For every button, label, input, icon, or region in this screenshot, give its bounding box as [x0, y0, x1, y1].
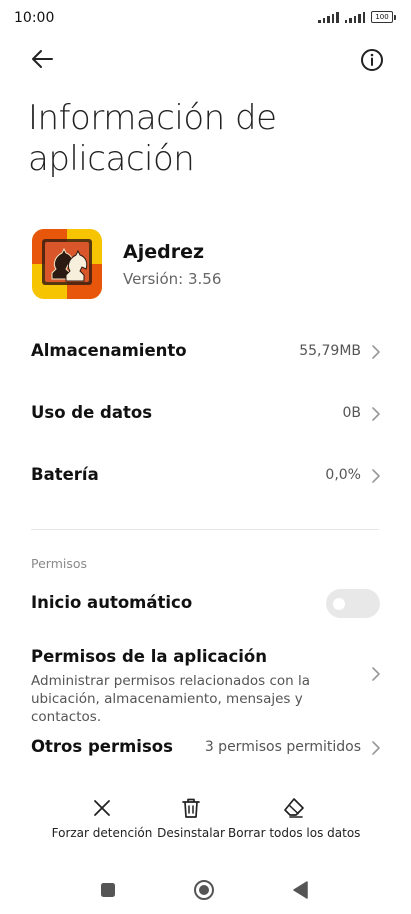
app-name: Ajedrez — [123, 241, 205, 263]
home-button[interactable] — [192, 878, 216, 902]
data-usage-value: 0B — [342, 405, 361, 421]
clear-data-label: Borrar todos los datos — [228, 826, 361, 840]
status-bar: 10:00 100 — [0, 0, 411, 36]
storage-label: Almacenamiento — [31, 341, 187, 360]
toggle-knob — [333, 597, 345, 610]
trash-icon — [182, 798, 200, 818]
recents-button[interactable] — [96, 878, 120, 902]
signal-icon — [344, 11, 365, 23]
storage-row[interactable]: Almacenamiento 55,79MB — [31, 332, 381, 372]
autostart-label: Inicio automático — [31, 593, 193, 612]
circle-icon — [194, 880, 214, 900]
uninstall-label: Desinstalar — [157, 826, 225, 840]
square-icon — [101, 883, 115, 897]
chevron-right-icon — [372, 407, 380, 421]
info-button[interactable] — [359, 47, 385, 73]
chess-knight-icon — [32, 229, 102, 299]
uninstall-button[interactable]: Desinstalar — [155, 796, 227, 840]
info-icon — [361, 49, 383, 71]
chevron-right-icon — [372, 741, 380, 755]
section-label-permissions: Permisos — [31, 556, 88, 571]
eraser-icon — [284, 798, 304, 818]
other-permissions-value: 3 permisos permitidos — [204, 739, 361, 755]
page-title: Información de aplicación — [28, 98, 277, 179]
nav-back-button[interactable] — [289, 878, 313, 902]
bottom-actions: Forzar detención Desinstalar Borrar todo… — [0, 796, 411, 852]
battery-icon: 100 — [371, 11, 396, 23]
divider — [31, 529, 379, 530]
status-icons: 100 — [318, 11, 396, 23]
storage-value: 55,79MB — [299, 343, 361, 359]
chevron-right-icon — [372, 469, 380, 483]
navigation-bar — [0, 866, 411, 914]
data-usage-row[interactable]: Uso de datos 0B — [31, 394, 381, 434]
data-usage-label: Uso de datos — [31, 403, 153, 422]
arrow-left-icon — [32, 50, 53, 68]
signal-icon — [318, 11, 339, 23]
other-permissions-row[interactable]: Otros permisos 3 permisos permitidos — [31, 728, 381, 768]
other-permissions-label: Otros permisos — [31, 737, 173, 756]
battery-value: 0,0% — [325, 467, 361, 483]
app-version: Versión: 3.56 — [123, 270, 222, 288]
clear-data-button[interactable]: Borrar todos los datos — [228, 796, 360, 840]
force-stop-button[interactable]: Forzar detención — [50, 796, 154, 840]
chevron-right-icon — [372, 345, 380, 359]
battery-row[interactable]: Batería 0,0% — [31, 456, 381, 496]
back-button[interactable] — [28, 44, 58, 74]
app-permissions-row[interactable]: Permisos de la aplicación Administrar pe… — [31, 646, 381, 725]
status-time: 10:00 — [14, 10, 55, 26]
triangle-back-icon — [293, 881, 308, 899]
chevron-right-icon — [372, 667, 380, 681]
app-permissions-description: Administrar permisos relacionados con la… — [31, 673, 311, 725]
close-icon — [94, 800, 110, 816]
battery-label: Batería — [31, 465, 99, 484]
app-header: Ajedrez Versión: 3.56 — [32, 229, 382, 301]
autostart-toggle[interactable] — [326, 589, 380, 618]
app-permissions-title: Permisos de la aplicación — [31, 647, 267, 666]
force-stop-label: Forzar detención — [51, 826, 153, 840]
